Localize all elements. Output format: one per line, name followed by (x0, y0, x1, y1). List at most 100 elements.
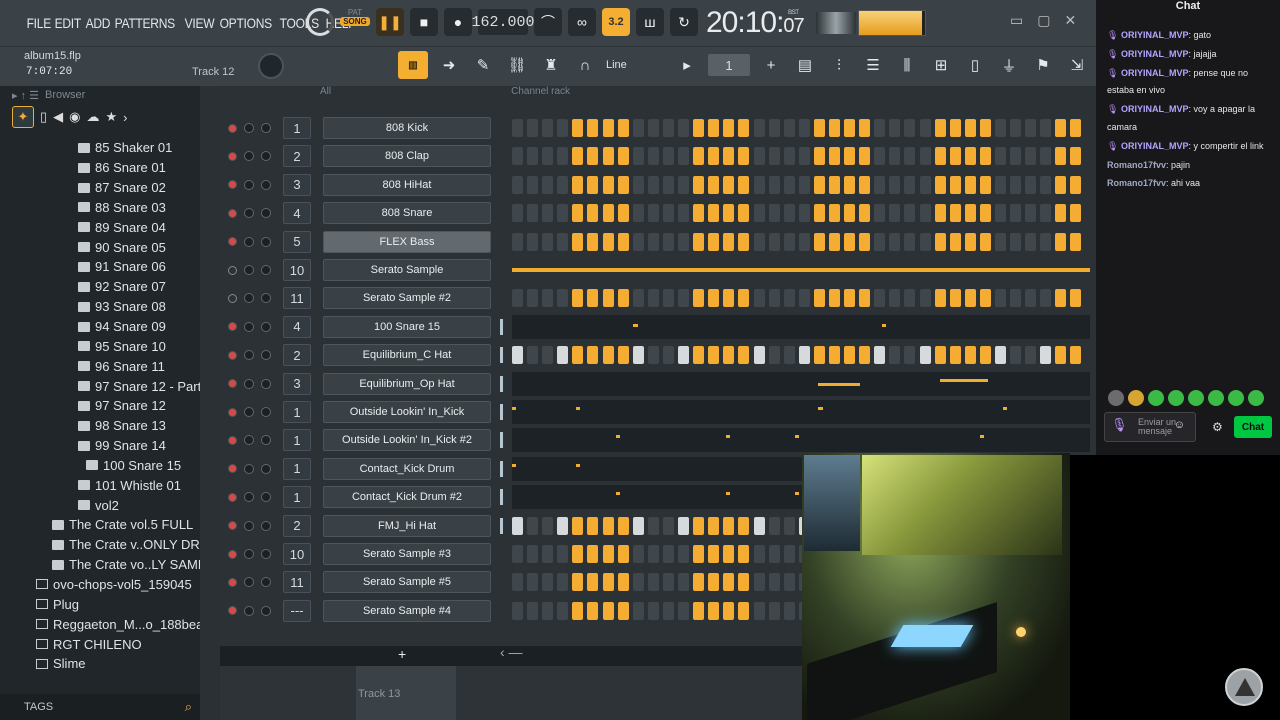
step-button[interactable] (602, 289, 614, 308)
step-button[interactable] (1040, 119, 1052, 137)
step-button[interactable] (934, 147, 946, 166)
step-button[interactable] (1055, 232, 1067, 251)
volume-knob[interactable] (261, 463, 271, 474)
channel-name[interactable]: Serato Sample (323, 259, 491, 281)
channel-name[interactable]: Outside Lookin' In_Kick (323, 401, 491, 423)
step-button[interactable] (979, 119, 991, 137)
step-button[interactable] (693, 204, 705, 223)
step-button[interactable] (632, 232, 644, 251)
step-button[interactable] (708, 232, 720, 251)
step-button[interactable] (587, 289, 599, 308)
step-button[interactable] (1070, 232, 1082, 251)
step-button[interactable] (949, 289, 961, 308)
step-button[interactable] (723, 204, 735, 223)
step-button[interactable] (798, 147, 810, 166)
step-button[interactable] (587, 346, 599, 365)
step-button[interactable] (828, 346, 840, 365)
step-button[interactable] (783, 147, 795, 166)
step-button[interactable] (889, 289, 901, 308)
chat-username[interactable]: ORIYINAL_MVP (1121, 49, 1189, 59)
step-button[interactable] (813, 147, 825, 166)
step-button[interactable] (512, 573, 523, 592)
step-button[interactable] (738, 147, 750, 166)
mute-led[interactable] (228, 293, 237, 303)
step-button[interactable] (617, 346, 629, 365)
step-button[interactable] (602, 119, 614, 137)
step-button[interactable] (753, 147, 765, 166)
step-button[interactable] (632, 289, 644, 308)
step-button[interactable] (995, 232, 1006, 251)
chat-send-button[interactable]: Chat (1234, 416, 1272, 438)
step-button[interactable] (708, 289, 720, 308)
mixer-track[interactable]: 1 (283, 457, 311, 480)
pan-knob[interactable] (244, 605, 254, 616)
mute-led[interactable] (228, 350, 237, 360)
step-button[interactable] (753, 545, 765, 563)
step-button[interactable] (632, 204, 644, 223)
browser-item[interactable]: RGT CHILENO (0, 634, 200, 654)
step-button[interactable] (723, 119, 735, 137)
recording-knob[interactable] (306, 8, 334, 36)
step-button[interactable] (768, 346, 780, 365)
step-button[interactable] (557, 232, 569, 251)
volume-knob[interactable] (261, 151, 271, 162)
step-button[interactable] (678, 573, 690, 592)
step-button[interactable] (768, 289, 780, 308)
step-button[interactable] (542, 289, 554, 308)
step-button[interactable] (708, 346, 720, 365)
step-button[interactable] (647, 119, 659, 137)
step-button[interactable] (572, 147, 584, 166)
step-button[interactable] (904, 204, 916, 223)
step-button[interactable] (813, 175, 825, 194)
browser-item[interactable]: 100 Snare 15 (0, 456, 200, 476)
emote-icon[interactable] (1128, 390, 1144, 406)
step-button[interactable] (572, 346, 584, 365)
pan-knob[interactable] (244, 321, 254, 332)
chat-input[interactable]: 🎙 Enviar un mensaje ☺ (1104, 412, 1196, 442)
step-button[interactable] (647, 232, 659, 251)
channel-name[interactable]: FMJ_Hi Hat (323, 514, 491, 537)
step-button[interactable] (617, 232, 629, 251)
browser-item[interactable]: 86 Snare 01 (0, 158, 200, 178)
chat-username[interactable]: ORIYINAL_MVP (1121, 141, 1189, 151)
mixer-track[interactable]: 2 (283, 514, 311, 537)
step-button[interactable] (587, 175, 599, 194)
step-button[interactable] (647, 573, 659, 592)
mixer-track[interactable]: 10 (283, 543, 311, 565)
pause-button[interactable]: ❚❚ (376, 8, 404, 36)
browser-item[interactable]: 96 Snare 11 (0, 356, 200, 376)
channel-name[interactable]: Equilibrium_C Hat (323, 344, 491, 367)
step-button[interactable] (1040, 346, 1052, 365)
step-button[interactable] (512, 289, 523, 308)
step-button[interactable] (527, 204, 539, 223)
browser-next-icon[interactable]: › (123, 110, 127, 125)
record-button[interactable]: ● (444, 8, 472, 36)
mute-led[interactable] (228, 606, 237, 616)
mute-led[interactable] (228, 180, 237, 190)
step-button[interactable] (512, 204, 523, 223)
play-pattern-icon[interactable]: ▸ (674, 51, 700, 79)
mute-led[interactable] (228, 435, 237, 445)
step-button[interactable] (738, 573, 750, 592)
step-button[interactable] (798, 289, 810, 308)
step-button[interactable] (542, 119, 554, 137)
step-button[interactable] (768, 147, 780, 166)
arrow-icon[interactable]: ➜ (436, 51, 462, 79)
step-button[interactable] (662, 175, 674, 194)
step-button[interactable] (542, 204, 554, 223)
step-button[interactable] (813, 289, 825, 308)
channel-name[interactable]: Equilibrium_Op Hat (323, 372, 491, 395)
pan-knob[interactable] (244, 520, 254, 531)
channel-name[interactable]: 808 Kick (323, 117, 491, 139)
step-button[interactable] (527, 601, 539, 620)
volume-knob[interactable] (261, 321, 271, 332)
mixer-track[interactable]: 4 (283, 202, 311, 225)
step-button[interactable] (934, 289, 946, 308)
step-button[interactable] (995, 204, 1006, 223)
step-button[interactable] (753, 346, 765, 365)
step-button[interactable] (1070, 147, 1082, 166)
browser-cloud-icon[interactable]: ☁ (87, 109, 100, 125)
step-button[interactable] (979, 175, 991, 194)
menu-patterns[interactable]: PATTERNS (112, 15, 178, 31)
step-button[interactable] (964, 346, 976, 365)
